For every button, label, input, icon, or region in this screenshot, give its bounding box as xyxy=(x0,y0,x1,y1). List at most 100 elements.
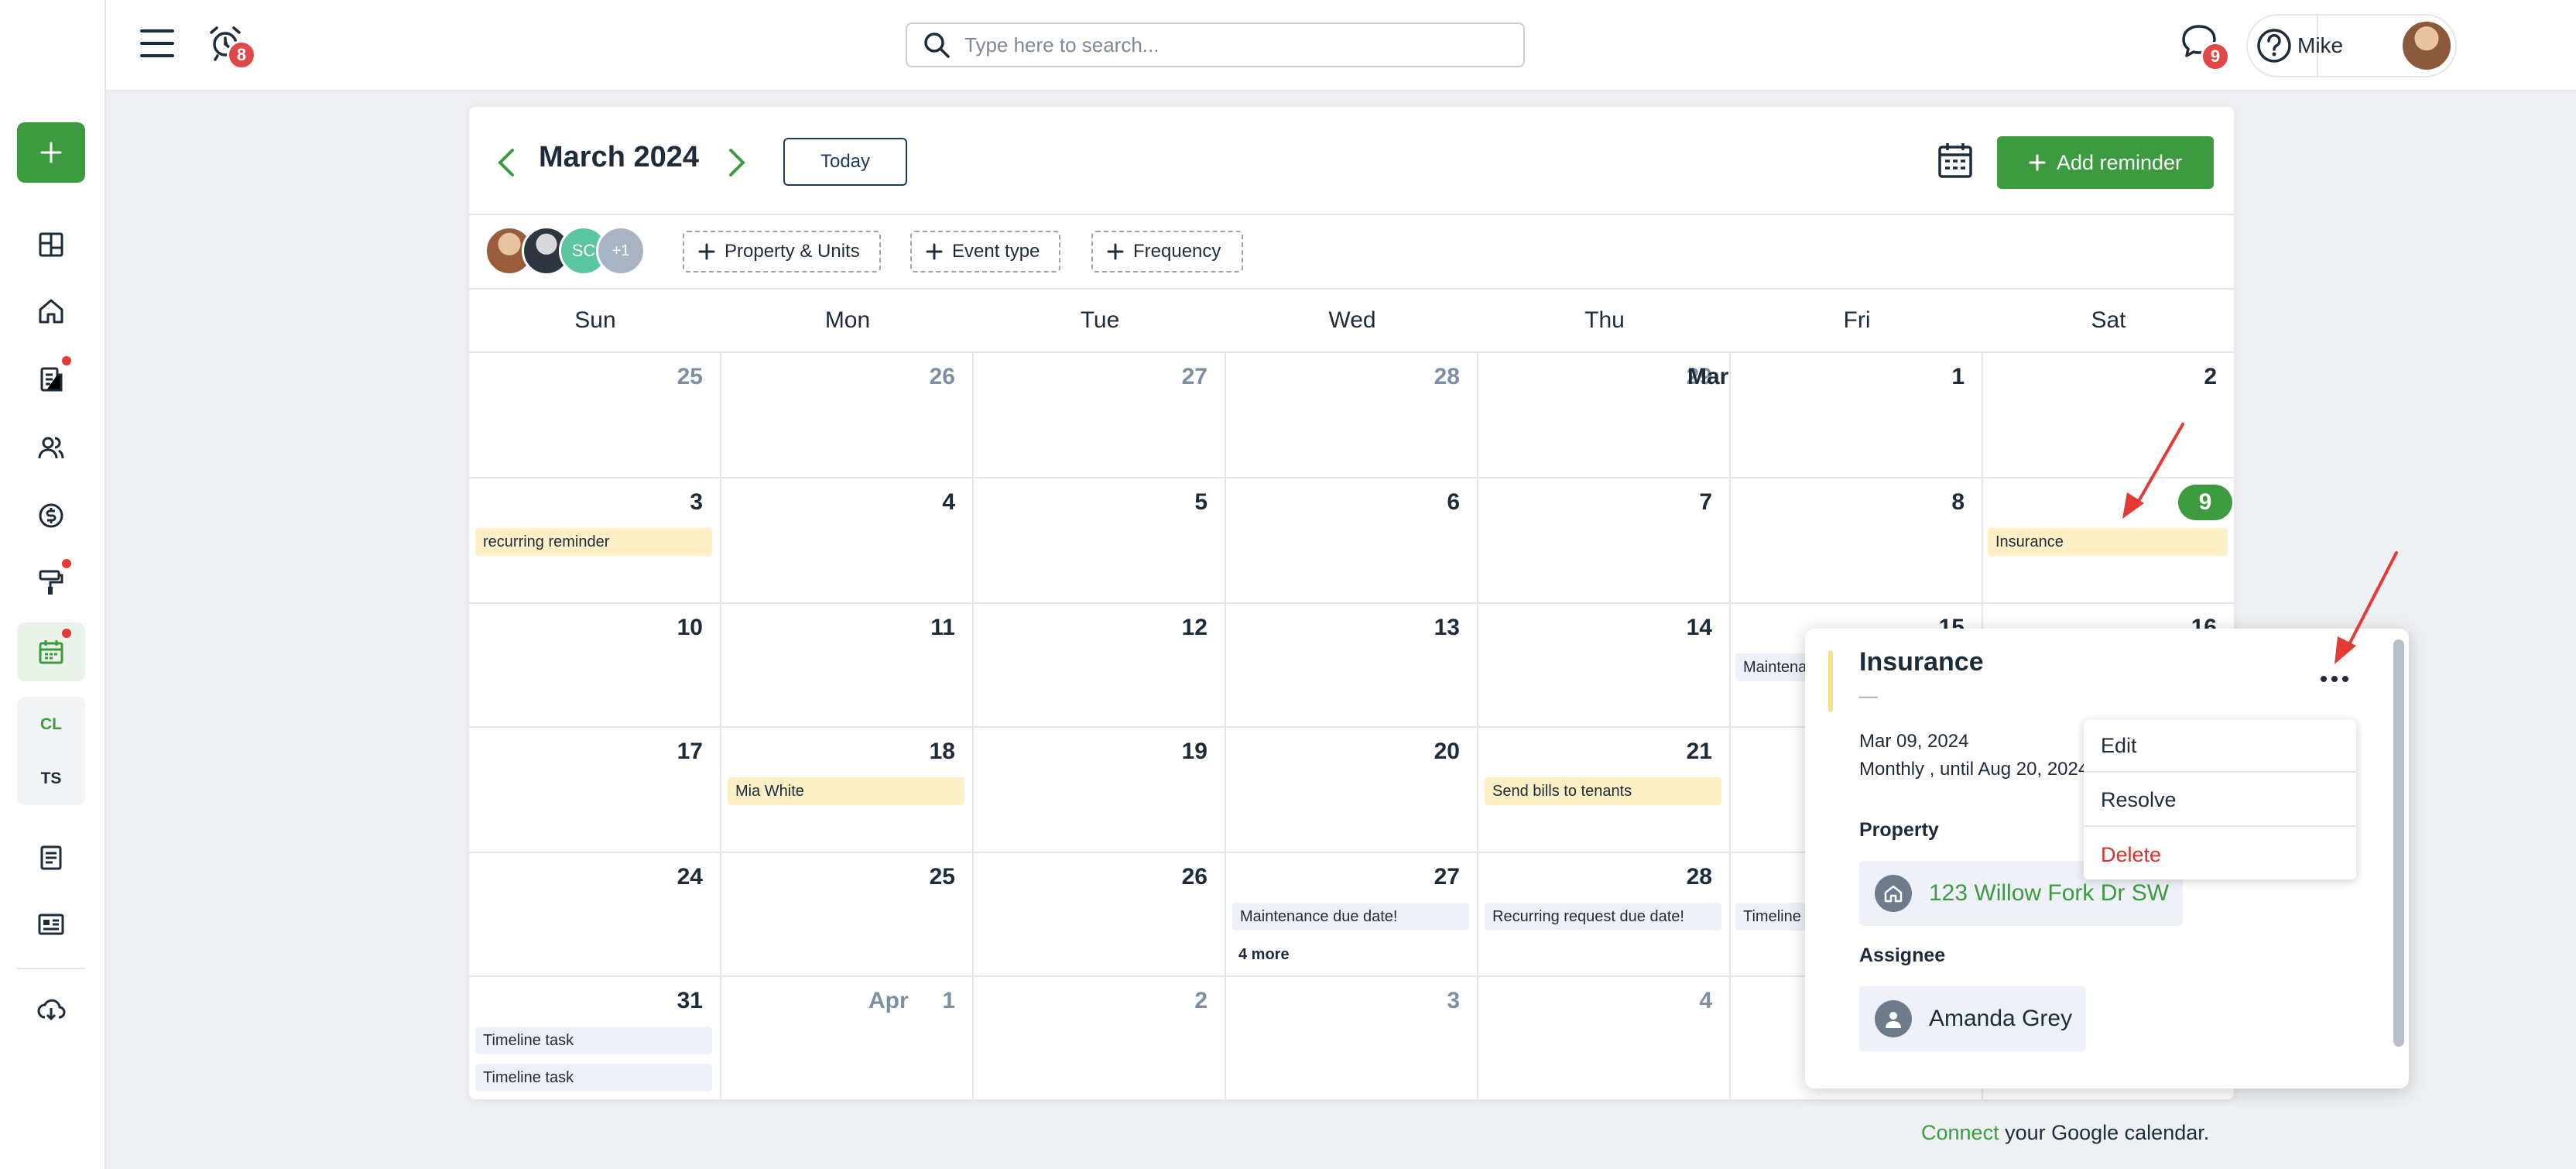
event-maintenance-due[interactable]: Maintenance due date! xyxy=(1232,903,1469,931)
search-input[interactable] xyxy=(964,33,1491,57)
popup-scrollbar[interactable] xyxy=(2393,639,2404,1047)
plus-icon xyxy=(2029,154,2046,171)
notification-dot xyxy=(62,356,71,365)
today-button[interactable]: Today xyxy=(783,138,907,186)
day-number[interactable]: 31 xyxy=(548,988,703,1014)
menu-item-edit[interactable]: Edit xyxy=(2084,720,2356,773)
day-number[interactable]: 3 xyxy=(548,489,703,516)
plus-icon xyxy=(1107,243,1124,260)
day-number[interactable]: 4 xyxy=(1557,988,1712,1014)
google-calendar-connect: Connect your Google calendar. xyxy=(1921,1121,2209,1145)
grid-line xyxy=(469,602,2234,604)
day-number[interactable]: 6 xyxy=(1305,489,1460,516)
day-number[interactable]: 28 xyxy=(1305,364,1460,390)
sidebar-item-dashboard[interactable] xyxy=(17,215,85,274)
sidebar-item-download[interactable] xyxy=(17,980,85,1039)
day-number[interactable]: 25 xyxy=(800,864,955,890)
weekday-tue: Tue xyxy=(1080,307,1120,333)
day-number[interactable]: 2 xyxy=(1053,988,1208,1014)
day-number[interactable]: 13 xyxy=(1305,615,1460,641)
avatar-more[interactable]: +1 xyxy=(596,226,646,276)
filter-frequency[interactable]: Frequency xyxy=(1091,231,1243,273)
menu-item-delete[interactable]: Delete xyxy=(2084,828,2356,881)
menu-item-resolve[interactable]: Resolve xyxy=(2084,774,2356,827)
event-mia-white[interactable]: Mia White xyxy=(728,777,964,805)
day-number[interactable]: 11 xyxy=(800,615,955,641)
day-number[interactable]: 18 xyxy=(800,739,955,765)
day-number[interactable]: 27 xyxy=(1305,864,1460,890)
property-label: Property xyxy=(1859,819,1939,841)
day-number[interactable]: 25 xyxy=(548,364,703,390)
assignee-chip[interactable]: Amanda Grey xyxy=(1859,986,2087,1051)
sidebar-item-people[interactable] xyxy=(17,418,85,477)
sidebar-item-accounting[interactable] xyxy=(17,486,85,545)
day-number[interactable]: 8 xyxy=(1810,489,1965,516)
weekday-sun: Sun xyxy=(574,307,616,333)
chevron-right-icon[interactable] xyxy=(728,147,746,178)
filter-label: Frequency xyxy=(1133,241,1221,262)
month-prefix: Mar xyxy=(1687,364,1729,389)
sidebar-item-properties[interactable] xyxy=(17,282,85,341)
more-options-button[interactable] xyxy=(2311,667,2358,691)
dot xyxy=(2331,676,2338,682)
day-number[interactable]: 19 xyxy=(1053,739,1208,765)
sidebar-item-listings[interactable] xyxy=(17,895,85,954)
filter-property-units[interactable]: Property & Units xyxy=(683,231,881,273)
home-icon xyxy=(39,299,63,324)
day-number[interactable]: 7 xyxy=(1557,489,1712,516)
sidebar-item-maintenance[interactable] xyxy=(17,553,85,612)
user-name: Mike xyxy=(2297,33,2344,57)
more-events-link[interactable]: 4 more xyxy=(1238,946,1290,964)
topbar: 8 9 Mike xyxy=(106,0,2576,91)
user-menu[interactable]: Mike xyxy=(2246,14,2457,77)
day-number[interactable]: 5 xyxy=(1053,489,1208,516)
property-link[interactable]: 123 Willow Fork Dr SW xyxy=(1929,880,2169,907)
event-recurring-request[interactable]: Recurring request due date! xyxy=(1485,903,1721,931)
day-number[interactable]: 1 xyxy=(1810,364,1965,390)
cloud-download-icon xyxy=(37,999,66,1021)
filter-event-type[interactable]: Event type xyxy=(910,231,1060,273)
hamburger-menu-icon[interactable] xyxy=(140,28,174,59)
day-number[interactable]: 17 xyxy=(548,739,703,765)
day-number[interactable]: 3 xyxy=(1305,988,1460,1014)
day-number[interactable]: 12 xyxy=(1053,615,1208,641)
day-number[interactable]: 27 xyxy=(1053,364,1208,390)
calendar-submenu: CL TS xyxy=(17,697,85,805)
grid-line xyxy=(469,477,2234,478)
day-number[interactable]: 21 xyxy=(1557,739,1712,765)
quick-add-button[interactable] xyxy=(17,122,85,183)
assignee-name: Amanda Grey xyxy=(1929,1006,2073,1031)
people-icon xyxy=(38,437,64,459)
sidebar-item-leases[interactable] xyxy=(17,350,85,409)
chat-button[interactable]: 9 xyxy=(2179,22,2230,71)
add-reminder-button[interactable]: Add reminder xyxy=(1997,136,2214,189)
sidebar-item-calendar[interactable] xyxy=(17,622,85,681)
submenu-item-ts[interactable]: TS xyxy=(17,770,85,788)
event-insurance[interactable]: Insurance xyxy=(1988,528,2228,556)
day-number[interactable]: 26 xyxy=(1053,864,1208,890)
event-recurring-reminder[interactable]: recurring reminder xyxy=(475,528,712,556)
day-number[interactable]: 1 xyxy=(800,988,955,1014)
event-timeline-task[interactable]: Timeline task xyxy=(475,1064,712,1092)
sidebar-item-reports[interactable] xyxy=(17,828,85,887)
day-number[interactable]: 14 xyxy=(1557,615,1712,641)
notification-dot xyxy=(62,559,71,568)
connect-google-link[interactable]: Connect xyxy=(1921,1121,1999,1144)
avatar xyxy=(2401,20,2452,71)
report-icon xyxy=(40,845,62,870)
chevron-left-icon[interactable] xyxy=(497,147,516,178)
day-number[interactable]: 24 xyxy=(548,864,703,890)
day-number[interactable]: 20 xyxy=(1305,739,1460,765)
calendar-picker-icon[interactable] xyxy=(1937,141,1974,180)
day-number[interactable]: 10 xyxy=(548,615,703,641)
alarm-button[interactable]: 8 xyxy=(207,23,256,70)
day-number[interactable]: 2 xyxy=(2062,364,2217,390)
day-number[interactable]: 26 xyxy=(800,364,955,390)
day-number[interactable]: 28 xyxy=(1557,864,1712,890)
annotation-arrow-icon xyxy=(2334,551,2398,664)
submenu-item-cl[interactable]: CL xyxy=(17,715,85,734)
search-bar[interactable] xyxy=(906,22,1525,67)
event-send-bills[interactable]: Send bills to tenants xyxy=(1485,777,1721,805)
event-timeline-task[interactable]: Timeline task xyxy=(475,1027,712,1054)
day-number[interactable]: 4 xyxy=(800,489,955,516)
